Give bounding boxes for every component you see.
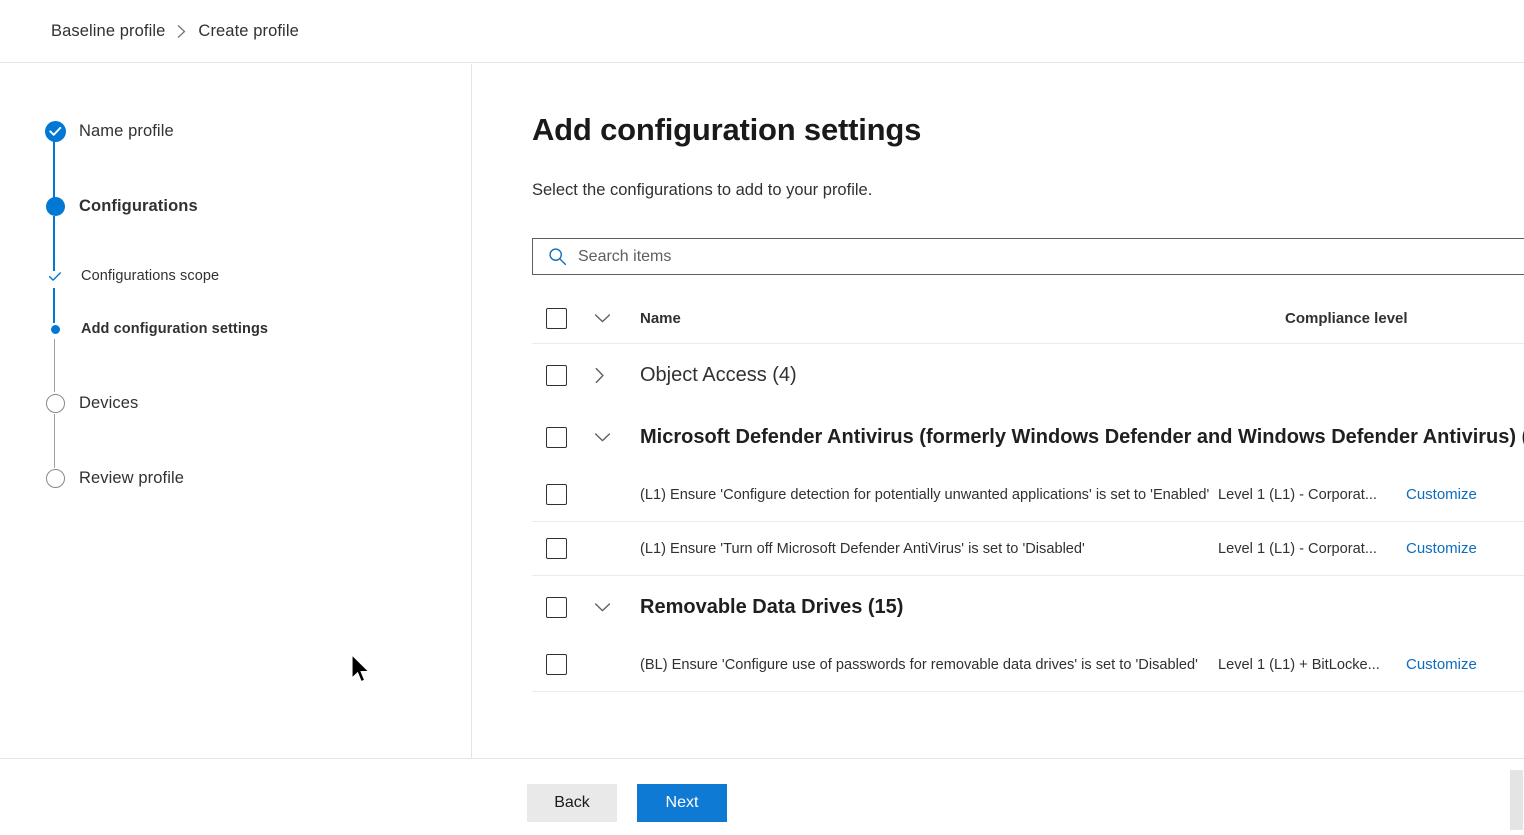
select-all-checkbox[interactable] [546,308,567,329]
row-checkbox-cell[interactable] [532,484,594,505]
row-checkbox-cell[interactable] [532,365,594,386]
empty-circle-icon [44,467,66,489]
main-content: Add configuration settings Select the co… [473,64,1524,758]
sidebar-item-configurations[interactable]: Configurations [44,194,198,218]
wizard-stepper: Name profile Configurations Configuratio… [0,64,472,758]
row-checkbox[interactable] [546,427,567,448]
sidebar-item-label: Devices [79,394,138,413]
sidebar-item-label: Add configuration settings [81,321,268,337]
table-row-group-object-access[interactable]: Object Access (4) [532,344,1524,406]
stepper-connector-1 [53,141,55,198]
sidebar-item-review-profile[interactable]: Review profile [44,466,184,490]
row-name-cell: (BL) Ensure 'Configure use of passwords … [640,657,1218,673]
customize-link[interactable]: Customize [1406,486,1477,503]
row-name-label: (L1) Ensure 'Turn off Microsoft Defender… [640,541,1218,557]
chevron-down-icon[interactable] [594,432,640,443]
row-action-cell: Customize [1406,656,1516,674]
sidebar-item-add-configuration-settings[interactable]: Add configuration settings [44,317,268,341]
sidebar-item-label: Name profile [79,122,174,141]
sidebar-item-label: Configurations scope [81,268,219,284]
table-row-item[interactable]: (BL) Ensure 'Configure use of passwords … [532,638,1524,692]
row-checkbox[interactable] [546,538,567,559]
page-title: Add configuration settings [532,112,921,148]
row-checkbox[interactable] [546,484,567,505]
table-row-item[interactable]: (L1) Ensure 'Configure detection for pot… [532,468,1524,522]
empty-circle-icon [44,392,66,414]
select-all-checkbox-cell[interactable] [532,308,594,329]
back-button[interactable]: Back [527,784,617,822]
row-compliance-cell: Level 1 (L1) - Corporat... [1218,541,1406,557]
row-checkbox-cell[interactable] [532,654,594,675]
next-button[interactable]: Next [637,784,727,822]
customize-link[interactable]: Customize [1406,540,1477,557]
breadcrumb: Baseline profile Create profile [0,0,1524,63]
breadcrumb-link-baseline-profile[interactable]: Baseline profile [51,22,165,41]
sidebar-item-devices[interactable]: Devices [44,391,138,415]
filled-circle-icon [44,195,66,217]
sidebar-item-label: Configurations [79,197,198,216]
chevron-down-icon[interactable] [594,313,640,324]
small-dot-icon [44,318,66,340]
chevron-right-icon[interactable] [594,367,640,384]
configurations-table: Name Compliance level Object Access (4) [532,294,1524,692]
page-scrollbar-thumb[interactable] [1510,770,1523,830]
row-name-cell: Object Access (4) [640,364,1285,387]
row-name-label: Object Access (4) [640,364,797,386]
table-row-group-removable-data-drives[interactable]: Removable Data Drives (15) [532,576,1524,638]
row-action-cell: Customize [1406,486,1516,504]
table-row-item[interactable]: (L1) Ensure 'Turn off Microsoft Defender… [532,522,1524,576]
check-icon [44,265,66,287]
row-checkbox[interactable] [546,597,567,618]
check-circle-icon [44,120,66,142]
row-name-cell: (L1) Ensure 'Turn off Microsoft Defender… [640,541,1218,557]
row-checkbox-cell[interactable] [532,597,594,618]
stepper-connector-5 [54,414,56,468]
row-name-label: Removable Data Drives (15) [640,596,903,618]
column-header-compliance[interactable]: Compliance level [1285,310,1473,327]
page-scrollbar[interactable] [1509,0,1524,835]
row-name-label: Microsoft Defender Antivirus (formerly W… [640,426,1524,448]
row-name-cell: Removable Data Drives (15) [640,596,1285,619]
row-compliance-cell: Level 1 (L1) - Corporat... [1218,487,1406,503]
column-header-name[interactable]: Name [640,310,1285,328]
stepper-connector-2 [53,216,55,271]
search-box[interactable] [532,238,1524,275]
search-input[interactable] [578,239,1524,274]
chevron-right-icon [176,24,187,39]
row-compliance-cell: Level 1 (L1) + BitLocke... [1218,657,1406,673]
row-checkbox-cell[interactable] [532,538,594,559]
table-header-row: Name Compliance level [532,294,1524,344]
page-subtitle: Select the configurations to add to your… [532,181,872,200]
sidebar-item-label: Review profile [79,469,184,488]
row-name-label: (BL) Ensure 'Configure use of passwords … [640,657,1218,673]
row-name-cell: (L1) Ensure 'Configure detection for pot… [640,487,1218,503]
row-checkbox[interactable] [546,654,567,675]
row-name-cell: Microsoft Defender Antivirus (formerly W… [640,426,1524,449]
sidebar-item-name-profile[interactable]: Name profile [44,119,174,143]
stepper-connector-4 [54,339,56,392]
chevron-down-icon[interactable] [594,602,640,613]
table-row-group-microsoft-defender-antivirus[interactable]: Microsoft Defender Antivirus (formerly W… [532,406,1524,468]
create-profile-wizard: Baseline profile Create profile Name pro… [0,0,1524,835]
column-header-name-label: Name [640,310,681,327]
sidebar-item-configurations-scope[interactable]: Configurations scope [44,264,219,288]
customize-link[interactable]: Customize [1406,656,1477,673]
row-checkbox-cell[interactable] [532,427,594,448]
breadcrumb-current-create-profile: Create profile [198,22,298,41]
row-name-label: (L1) Ensure 'Configure detection for pot… [640,487,1218,503]
row-checkbox[interactable] [546,365,567,386]
row-action-cell: Customize [1406,540,1516,558]
search-icon [548,247,567,266]
wizard-footer: Back Next [0,758,1524,835]
